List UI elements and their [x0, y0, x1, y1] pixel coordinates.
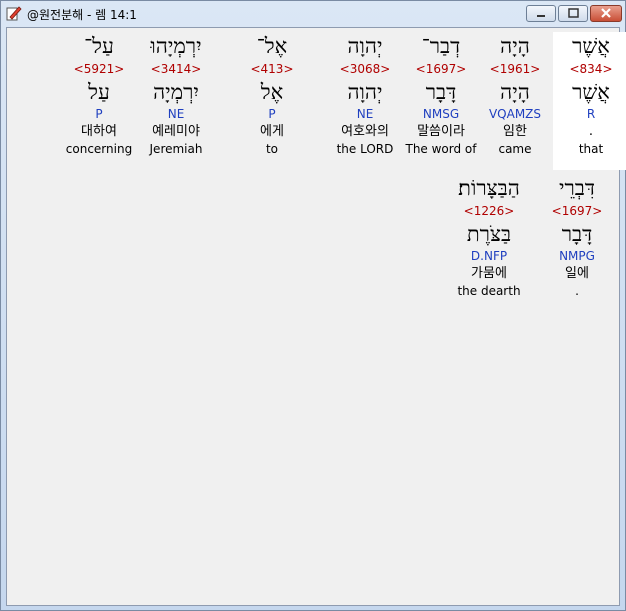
word-column[interactable]: עַל־ <5921> עַל P 대하여 concerning	[61, 32, 137, 157]
maximize-icon	[568, 8, 579, 18]
strong-number[interactable]: <834>	[553, 60, 626, 78]
korean-gloss: 임한	[503, 124, 527, 139]
word-column[interactable]: יְהוָה <3068> יְהוָה NE 여호와의 the LORD	[327, 32, 403, 157]
hebrew-word: עַל־	[84, 34, 114, 58]
app-icon	[6, 5, 22, 21]
korean-gloss: 대하여	[81, 124, 117, 139]
parse-code: P	[268, 107, 276, 121]
english-gloss: the dearth	[457, 284, 521, 298]
strong-number[interactable]: <1697>	[539, 202, 615, 220]
hebrew-word: הָיָה	[500, 34, 530, 58]
lemma-word: יְהוָה	[347, 80, 383, 104]
parse-code: NMPG	[559, 249, 595, 263]
english-gloss: the LORD	[336, 142, 394, 156]
korean-gloss: 가뭄에	[471, 266, 507, 281]
word-column[interactable]: אֲשֶׁר <834> אֲשֶׁר R . that	[553, 32, 626, 170]
english-gloss: to	[265, 142, 279, 156]
lemma-word: דָּבָר	[425, 80, 457, 104]
english-gloss: The word of	[405, 142, 477, 156]
parse-code: NE	[167, 107, 185, 121]
english-gloss: Jeremiah	[149, 142, 203, 156]
app-window: @원전분해 - 렘 14:1 אֲשֶׁר <834> אֲשֶׁר R . t…	[0, 0, 626, 611]
strong-number[interactable]: <413>	[234, 60, 310, 78]
word-column[interactable]: הַבַּצָּרוֹת׃ <1226> בַּצֹּרֶת D.NFP 가뭄에…	[451, 174, 527, 299]
hebrew-word: אֲשֶׁר	[572, 34, 610, 58]
strong-number[interactable]: <5921>	[61, 60, 137, 78]
parse-code: NMSG	[422, 107, 460, 121]
parse-code: R	[586, 107, 596, 121]
hebrew-word: הַבַּצָּרוֹת׃	[458, 176, 520, 200]
korean-gloss: .	[588, 124, 594, 139]
close-button[interactable]	[590, 5, 622, 22]
maximize-button[interactable]	[558, 5, 588, 22]
window-title: @원전분해 - 렘 14:1	[27, 8, 137, 22]
hebrew-word: יִרְמְיָהוּ	[150, 34, 202, 58]
english-gloss: that	[578, 142, 604, 156]
korean-gloss: 여호와의	[341, 124, 389, 139]
korean-gloss: 에게	[260, 124, 284, 139]
parse-code: D.NFP	[470, 249, 508, 263]
lemma-word: יִרְמְיָה	[153, 80, 199, 104]
title-bar[interactable]: @원전분해 - 렘 14:1	[1, 1, 625, 25]
strong-number[interactable]: <1697>	[403, 60, 479, 78]
hebrew-word: אֶל־	[256, 34, 288, 58]
english-gloss: came	[498, 142, 532, 156]
minimize-icon	[537, 15, 545, 17]
lemma-word: הָיָה	[500, 80, 530, 104]
parse-code: NE	[356, 107, 374, 121]
strong-number[interactable]: <3414>	[138, 60, 214, 78]
parse-code: P	[95, 107, 103, 121]
word-column[interactable]: יִרְמְיָהוּ <3414> יִרְמְיָה NE 예레미야 Jer…	[138, 32, 214, 157]
word-column[interactable]: הָיָה <1961> הָיָה VQAMZS 임한 came	[477, 32, 553, 157]
interlinear-panel[interactable]: אֲשֶׁר <834> אֲשֶׁר R . that הָיָה <1961…	[6, 27, 626, 606]
parse-code: VQAMZS	[488, 107, 542, 121]
word-column[interactable]: דִּבְרֵי <1697> דָּבָר NMPG 일에 .	[539, 174, 615, 299]
lemma-word: אֲשֶׁר	[572, 80, 610, 104]
hebrew-word: דִּבְרֵי	[558, 176, 596, 200]
minimize-button[interactable]	[526, 5, 556, 22]
hebrew-word: יְהוָה	[347, 34, 383, 58]
korean-gloss: 말씀이라	[417, 124, 465, 139]
close-icon	[601, 8, 611, 18]
strong-number[interactable]: <1226>	[451, 202, 527, 220]
lemma-word: אֶל	[260, 80, 284, 104]
korean-gloss: 예레미야	[152, 124, 200, 139]
lemma-word: עַל	[88, 80, 110, 104]
hebrew-word: דְבַר־	[421, 34, 461, 58]
lemma-word: בַּצֹּרֶת	[466, 222, 512, 246]
english-gloss: concerning	[65, 142, 133, 156]
korean-gloss: 일에	[565, 266, 589, 281]
english-gloss: .	[575, 284, 579, 298]
lemma-word: דָּבָר	[561, 222, 593, 246]
word-column[interactable]: דְבַר־ <1697> דָּבָר NMSG 말씀이라 The word …	[403, 32, 479, 157]
strong-number[interactable]: <1961>	[477, 60, 553, 78]
strong-number[interactable]: <3068>	[327, 60, 403, 78]
word-column[interactable]: אֶל־ <413> אֶל P 에게 to	[234, 32, 310, 157]
